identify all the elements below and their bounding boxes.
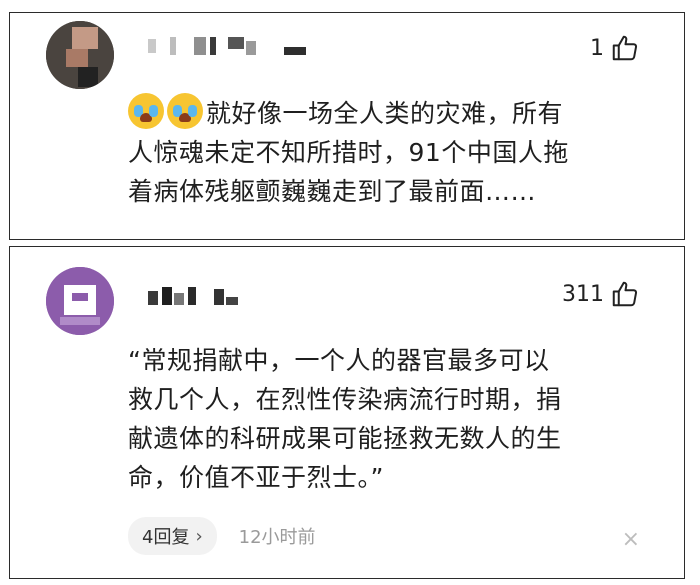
replies-button[interactable]: 4回复 › [128,517,217,555]
comment-line: 就好像一场全人类的灾难，所有 [128,93,662,133]
comment-line: 献遗体的科研成果可能拯救无数人的生 [128,424,562,453]
comment-line: 着病体残躯颤巍巍走到了最前面…… [128,177,537,206]
comment-text: 就好像一场全人类的灾难，所有 人惊魂未定不知所措时，91个中国人拖 着病体残躯颤… [128,93,662,211]
avatar[interactable] [46,267,114,335]
crying-face-icon [167,93,203,129]
close-icon[interactable]: × [622,527,640,552]
comment-text: “常规捐献中，一个人的器官最多可以 救几个人，在烈性传染病流行时期，捐 献遗体的… [128,341,662,497]
thumbs-up-icon [610,33,640,63]
comment-line: 命，价值不亚于烈士。” [128,463,384,492]
avatar[interactable] [46,21,114,89]
like-count: 1 [590,35,604,61]
comment-meta: 4回复 › 12小时前 [128,517,316,555]
like-button[interactable]: 311 [562,279,640,309]
replies-label: 4回复 [142,527,190,548]
comment-line: 救几个人，在烈性传染病流行时期，捐 [128,385,562,414]
comment-line: “常规捐献中，一个人的器官最多可以 [128,346,550,375]
crying-face-icon [128,93,164,129]
comment-card: 311 “常规捐献中，一个人的器官最多可以 救几个人，在烈性传染病流行时期，捐 … [9,246,685,579]
comment-card: 1 就好像一场全人类的灾难，所有 人惊魂未定不知所措时，91个中国人拖 着病体残… [9,12,685,240]
timestamp: 12小时前 [238,527,316,548]
username-redacted[interactable] [148,37,348,57]
chevron-right-icon: › [195,525,203,547]
like-button[interactable]: 1 [590,33,640,63]
thumbs-up-icon [610,279,640,309]
like-count: 311 [562,281,604,307]
comment-line: 人惊魂未定不知所措时，91个中国人拖 [128,138,569,167]
username-redacted[interactable] [148,287,268,307]
